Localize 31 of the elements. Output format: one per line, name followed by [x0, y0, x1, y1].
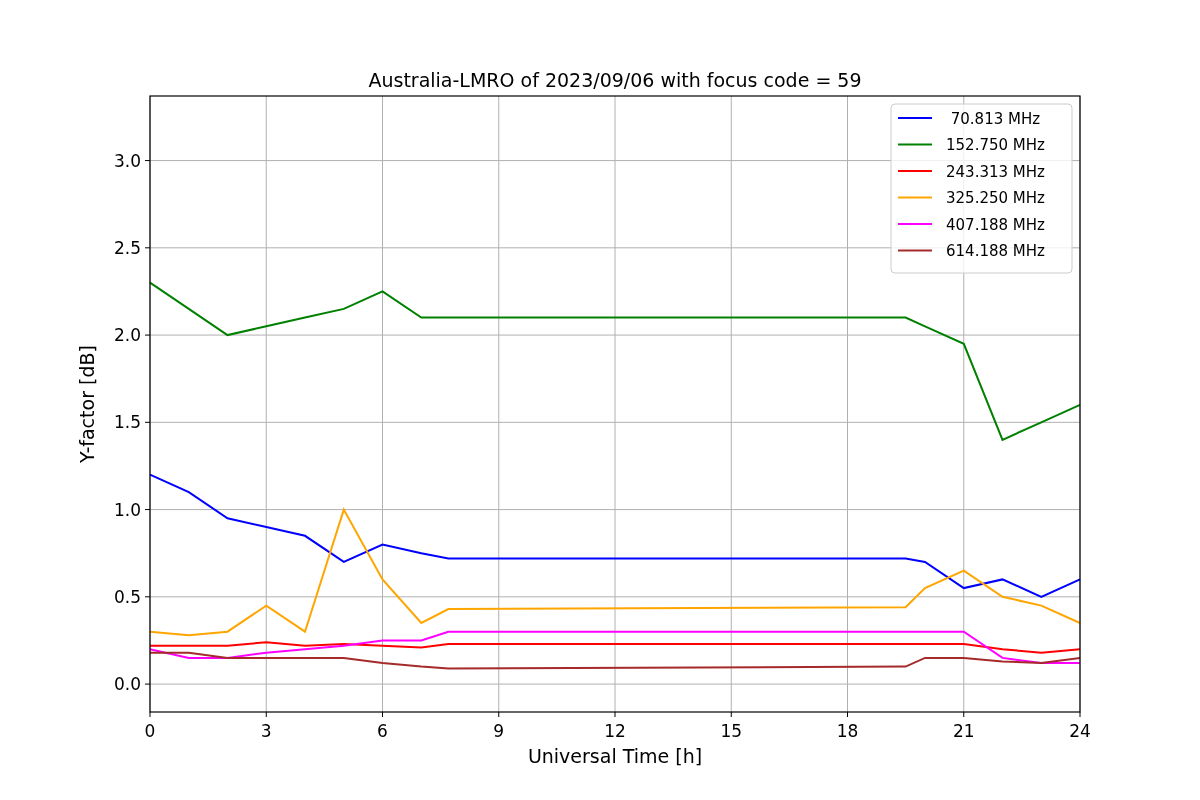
x-tick-label: 15	[720, 721, 743, 741]
y-tick-label: 3.0	[113, 150, 141, 171]
x-tick-label: 0	[144, 721, 156, 741]
legend-line	[897, 223, 933, 225]
legend-label: 614.188 MHz	[946, 242, 1045, 260]
legend-line	[897, 196, 933, 199]
chart-title: Australia-LMRO of 2023/09/06 with focus code = 59	[368, 69, 862, 91]
legend-label: 70.813 MHz	[950, 109, 1041, 128]
legend-label: 152.750 MHz	[946, 136, 1045, 154]
legend-line	[897, 170, 933, 172]
x-tick-label: 18	[836, 721, 859, 741]
x-tick-label: 21	[952, 721, 975, 741]
y-tick-label: 1.0	[113, 499, 141, 520]
y-tick-label: 2.5	[113, 237, 141, 258]
legend-label: 243.313 MHz	[946, 162, 1045, 181]
legend-label: 325.250 MHz	[946, 189, 1045, 207]
legend-line	[897, 143, 933, 146]
y-tick-label: 1.5	[113, 412, 141, 433]
legend-label: 407.188 MHz	[946, 215, 1045, 234]
x-tick-label: 9	[493, 721, 505, 741]
y-axis-label: Y-factor [dB]	[76, 345, 98, 463]
legend-line	[897, 117, 933, 119]
y-tick-label: 2.0	[113, 325, 141, 346]
x-axis-label: Universal Time [h]	[527, 745, 703, 767]
y-tick-label: 0.0	[113, 674, 141, 695]
x-tick-label: 6	[377, 721, 388, 741]
x-tick-label: 12	[604, 721, 626, 741]
y-tick-label: 0.5	[113, 586, 141, 607]
x-tick-label: 3	[260, 721, 272, 741]
x-tick-label: 24	[1069, 721, 1091, 741]
legend-line	[897, 249, 933, 252]
